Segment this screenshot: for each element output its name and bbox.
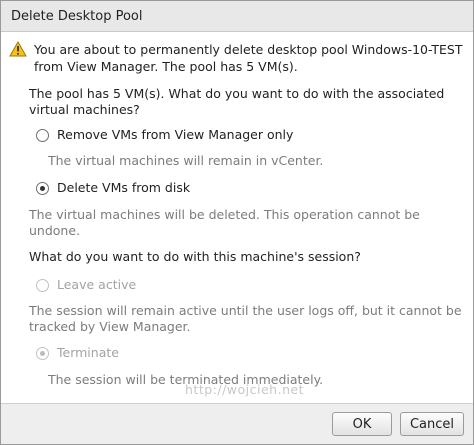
- leave-active-radio[interactable]: [36, 279, 49, 292]
- remove-vms-description: The virtual machines will remain in vCen…: [48, 153, 324, 168]
- watermark-text: http://wojcieh.net: [185, 382, 305, 397]
- dialog-title: Delete Desktop Pool: [11, 8, 143, 24]
- delete-vms-description-line-1: The virtual machines will be deleted. Th…: [29, 207, 420, 222]
- dialog-footer: OK Cancel: [1, 403, 473, 444]
- leave-active-label[interactable]: Leave active: [57, 276, 136, 293]
- dialog-titlebar[interactable]: Delete Desktop Pool: [1, 1, 473, 32]
- terminate-radio[interactable]: [36, 347, 49, 360]
- ok-button[interactable]: OK: [332, 412, 392, 436]
- remove-vms-label[interactable]: Remove VMs from View Manager only: [57, 126, 293, 143]
- delete-vms-label[interactable]: Delete VMs from disk: [57, 179, 190, 196]
- cancel-button[interactable]: Cancel: [400, 412, 464, 436]
- warning-text-line-1: You are about to permanently delete desk…: [34, 42, 463, 57]
- warning-icon: [9, 41, 27, 57]
- terminate-label[interactable]: Terminate: [57, 344, 119, 361]
- vm-question-line-2: virtual machines?: [29, 102, 140, 117]
- vm-question-line-1: The pool has 5 VM(s). What do you want t…: [29, 86, 445, 101]
- session-question: What do you want to do with this machine…: [29, 249, 361, 264]
- remove-vms-radio[interactable]: [36, 129, 49, 142]
- warning-text-line-2: from View Manager. The pool has 5 VM(s).: [34, 59, 298, 74]
- delete-vms-radio[interactable]: [36, 182, 49, 195]
- delete-vms-description-line-2: undone.: [29, 223, 81, 238]
- delete-desktop-pool-dialog: Delete Desktop Pool You are about to per…: [0, 0, 474, 445]
- leave-active-description-line-2: tracked by View Manager.: [29, 319, 191, 334]
- leave-active-description-line-1: The session will remain active until the…: [29, 303, 462, 318]
- dialog-content: You are about to permanently delete desk…: [1, 32, 473, 404]
